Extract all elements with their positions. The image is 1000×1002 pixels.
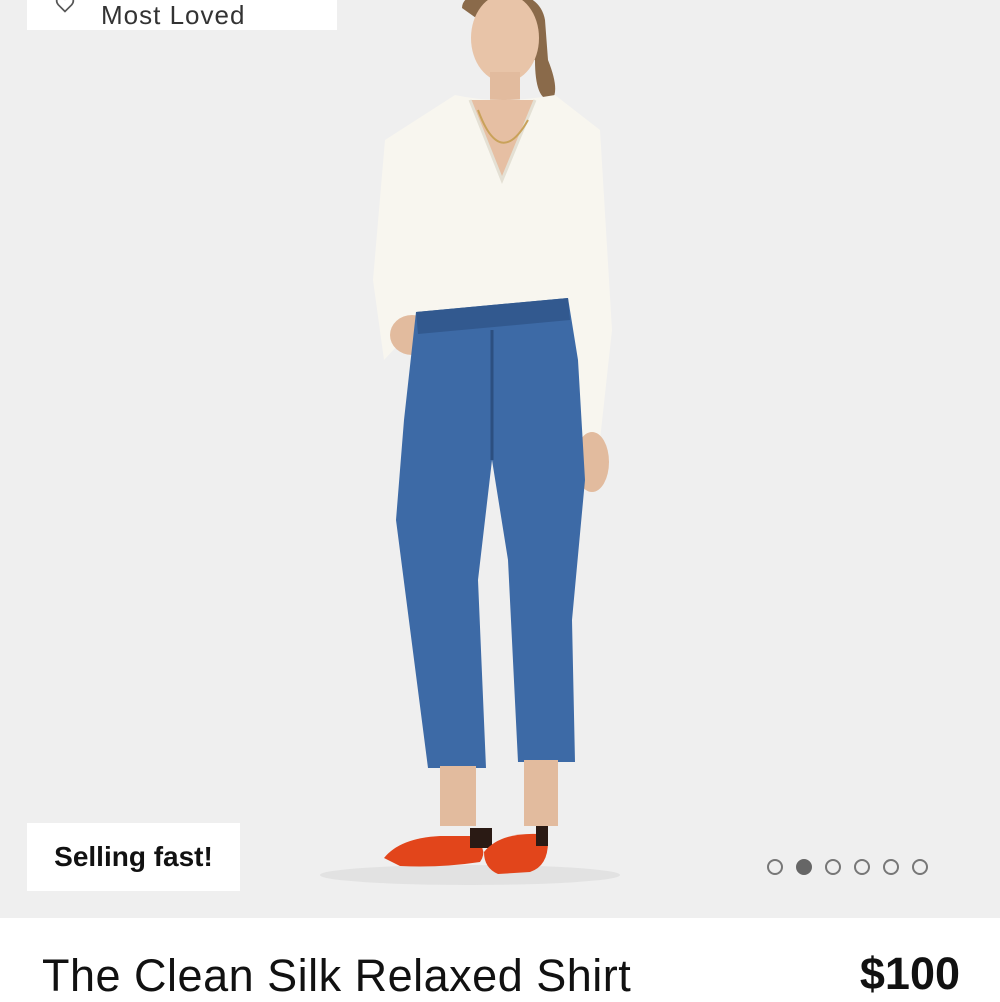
- product-image-carousel[interactable]: Most Loved Selling fast!: [0, 0, 1000, 918]
- selling-fast-badge: Selling fast!: [27, 823, 240, 891]
- carousel-dot[interactable]: [883, 859, 899, 875]
- product-photo: [320, 0, 620, 885]
- carousel-dot[interactable]: [767, 859, 783, 875]
- carousel-dot[interactable]: [825, 859, 841, 875]
- carousel-dot[interactable]: [912, 859, 928, 875]
- heart-icon: [55, 0, 75, 13]
- carousel-pagination[interactable]: [767, 859, 928, 875]
- most-loved-badge: Most Loved: [27, 0, 337, 30]
- most-loved-label: Most Loved: [101, 0, 246, 30]
- carousel-dot[interactable]: [854, 859, 870, 875]
- carousel-dot[interactable]: [796, 859, 812, 875]
- product-price: $100: [859, 948, 960, 999]
- product-title[interactable]: The Clean Silk Relaxed Shirt: [42, 950, 631, 1002]
